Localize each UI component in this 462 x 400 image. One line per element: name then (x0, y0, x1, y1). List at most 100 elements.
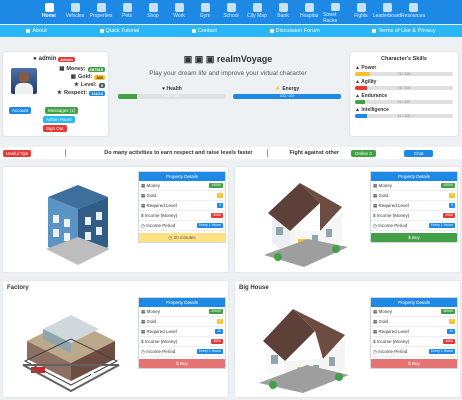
bus-icon: ▣ (183, 54, 193, 64)
clock-icon: ◷ (373, 348, 377, 354)
money-icon: ▦ (373, 182, 378, 188)
nav-resources[interactable]: Resources (401, 3, 425, 24)
nav-school[interactable]: School (219, 3, 243, 24)
money-icon: ▦ (59, 66, 65, 72)
buy-button[interactable]: $ Buy (371, 233, 457, 242)
health-bar: 100 / 100 (118, 94, 226, 99)
level-stat: ★ Level: 9 (73, 82, 105, 88)
skill-endurance: ▲ Endurance 24 / 100 (355, 93, 453, 104)
gold-icon: ▦ (141, 318, 146, 324)
subnav-terms[interactable]: Terms of Use & Privacy (372, 28, 436, 34)
money-row: ▦ Money 40000 (371, 307, 457, 317)
factory-image (21, 295, 121, 395)
cart-icon (148, 3, 158, 12)
car-icon: ▣ (194, 54, 204, 64)
income-row: $ Income (Money) 4000 (371, 337, 457, 347)
gold-icon: ▦ (373, 318, 378, 324)
nav-work[interactable]: Work (167, 3, 191, 24)
building-icon (96, 3, 106, 12)
admin-panel-button[interactable]: Admin Panel (43, 116, 75, 123)
tips-ticker: Useful Tips Do many activities to earn r… (0, 147, 462, 159)
money-icon: ▦ (373, 308, 378, 314)
property-details: Property Details ▦ Money 10000 ▦ Gold 2 ▦ … (138, 171, 226, 243)
book-icon (99, 29, 104, 33)
brand-title: ▣ ▣ ▣ realmVoyage (183, 54, 273, 64)
heart-icon: ♥ (162, 86, 166, 92)
clock-icon: ◷ (141, 222, 145, 228)
money-row: ▦ Money 10000 (371, 181, 457, 191)
level-icon: ▦ (141, 202, 146, 208)
property-title: Big House (239, 285, 269, 291)
nav-bank[interactable]: Bank (271, 3, 295, 24)
townhouse-image (38, 177, 118, 269)
level-row: ▦ Required Level 12 (139, 327, 225, 337)
house-image (260, 173, 350, 270)
main-nav: Home Vehicles Properties Pets Shop Work … (0, 0, 462, 24)
health-block: ♥ Health 100 / 100 (118, 86, 226, 99)
subnav-about[interactable]: About (26, 28, 47, 34)
nav-leaderboard[interactable]: Leaderboard (373, 3, 401, 24)
gold-row: ▦ Gold 2 (139, 191, 225, 201)
period-row: ◷ Income Period Every 1 Hours (371, 221, 457, 231)
chat-button[interactable]: Chat (403, 149, 434, 157)
money-icon: ▦ (141, 182, 146, 188)
nav-pets[interactable]: Pets (115, 3, 139, 24)
player-stats: ▦ Money: 687515 ▦ Gold: 389 ★ Level: 9 ★ Respec… (47, 65, 105, 97)
buy-button[interactable]: $ Buy (139, 359, 225, 368)
nav-properties[interactable]: Properties (89, 3, 113, 24)
level-row: ▦ Required Level 14 (371, 327, 457, 337)
property-card-factory: Factory Property Details ▦ Money 20000 ▦ … (3, 281, 228, 397)
nav-city-map[interactable]: City Map (245, 3, 269, 24)
briefcase-icon (174, 3, 184, 12)
users-icon: ▣ (205, 54, 215, 64)
endurance-icon: ▲ (355, 93, 360, 99)
messages-button[interactable]: Messages (1) (45, 107, 79, 114)
sign-out-button[interactable]: Sign Out (43, 125, 67, 132)
map-icon (252, 3, 262, 12)
income-row: $ Income (Money) 2000 (371, 211, 457, 221)
clock-icon: ◷ (141, 348, 145, 354)
money-row: ▦ Money 10000 (139, 181, 225, 191)
subnav-tutorial[interactable]: Quick Tutorial (99, 28, 139, 34)
nav-gym[interactable]: Gym (193, 3, 217, 24)
money-row: ▦ Money 20000 (139, 307, 225, 317)
envelope-icon (191, 29, 196, 33)
level-row: ▦ Required Level 4 (139, 201, 225, 211)
power-icon: ▲ (355, 65, 360, 71)
account-button[interactable]: Account (9, 107, 32, 114)
dollar-icon: $ (408, 235, 411, 240)
nav-vehicles[interactable]: Vehicles (63, 3, 87, 24)
online-button[interactable]: Online 0 (351, 149, 376, 157)
bank-icon (278, 3, 288, 12)
level-icon: ▦ (373, 202, 378, 208)
energy-block: ⚡ Energy 100 / 100 (233, 86, 341, 99)
period-row: ◷ Income Period Every 1 Hours (139, 221, 225, 231)
brain-icon: ▲ (355, 107, 360, 113)
home-icon (44, 3, 54, 12)
level-icon: ▦ (373, 328, 378, 334)
skills-panel: Character's Skills ▲ Power 75 / 100 ▲ Agi… (350, 52, 458, 136)
dumbbell-icon (200, 3, 210, 12)
tagline: Play your dream life and improve your vi… (149, 70, 307, 77)
nav-fights[interactable]: Fights (349, 3, 373, 24)
avatar[interactable] (11, 68, 37, 94)
sub-nav: About Quick Tutorial Contact Discussion … (0, 25, 462, 37)
agility-icon: ▲ (355, 79, 360, 85)
buy-button[interactable]: $ Buy (371, 359, 457, 368)
dollar-icon: $ (408, 361, 411, 366)
profile-panel: ● admin Admin ▦ Money: 687515 ▦ Gold: 389 ★ L… (3, 52, 108, 136)
subnav-contact[interactable]: Contact (191, 28, 217, 34)
nav-hospital[interactable]: Hospital (297, 3, 321, 24)
clock-icon: ◷ (373, 222, 377, 228)
nav-street-races[interactable]: Street Races (323, 3, 347, 24)
respect-icon: ★ (57, 90, 62, 96)
respect-stat: ★ Respect: 111/16 (57, 90, 105, 96)
fight-message: Fight against other (289, 150, 340, 156)
nav-shop[interactable]: Shop (141, 3, 165, 24)
property-card-big-house: Big House Property Details ▦ Money 40000 … (235, 281, 460, 397)
subnav-forum[interactable]: Discussion Forum (269, 28, 320, 34)
nav-home[interactable]: Home (37, 3, 61, 24)
document-icon (372, 29, 377, 33)
game-header: ▣ ▣ ▣ realmVoyage Play your dream life a… (113, 52, 343, 136)
energy-bar: 100 / 100 (233, 94, 341, 99)
